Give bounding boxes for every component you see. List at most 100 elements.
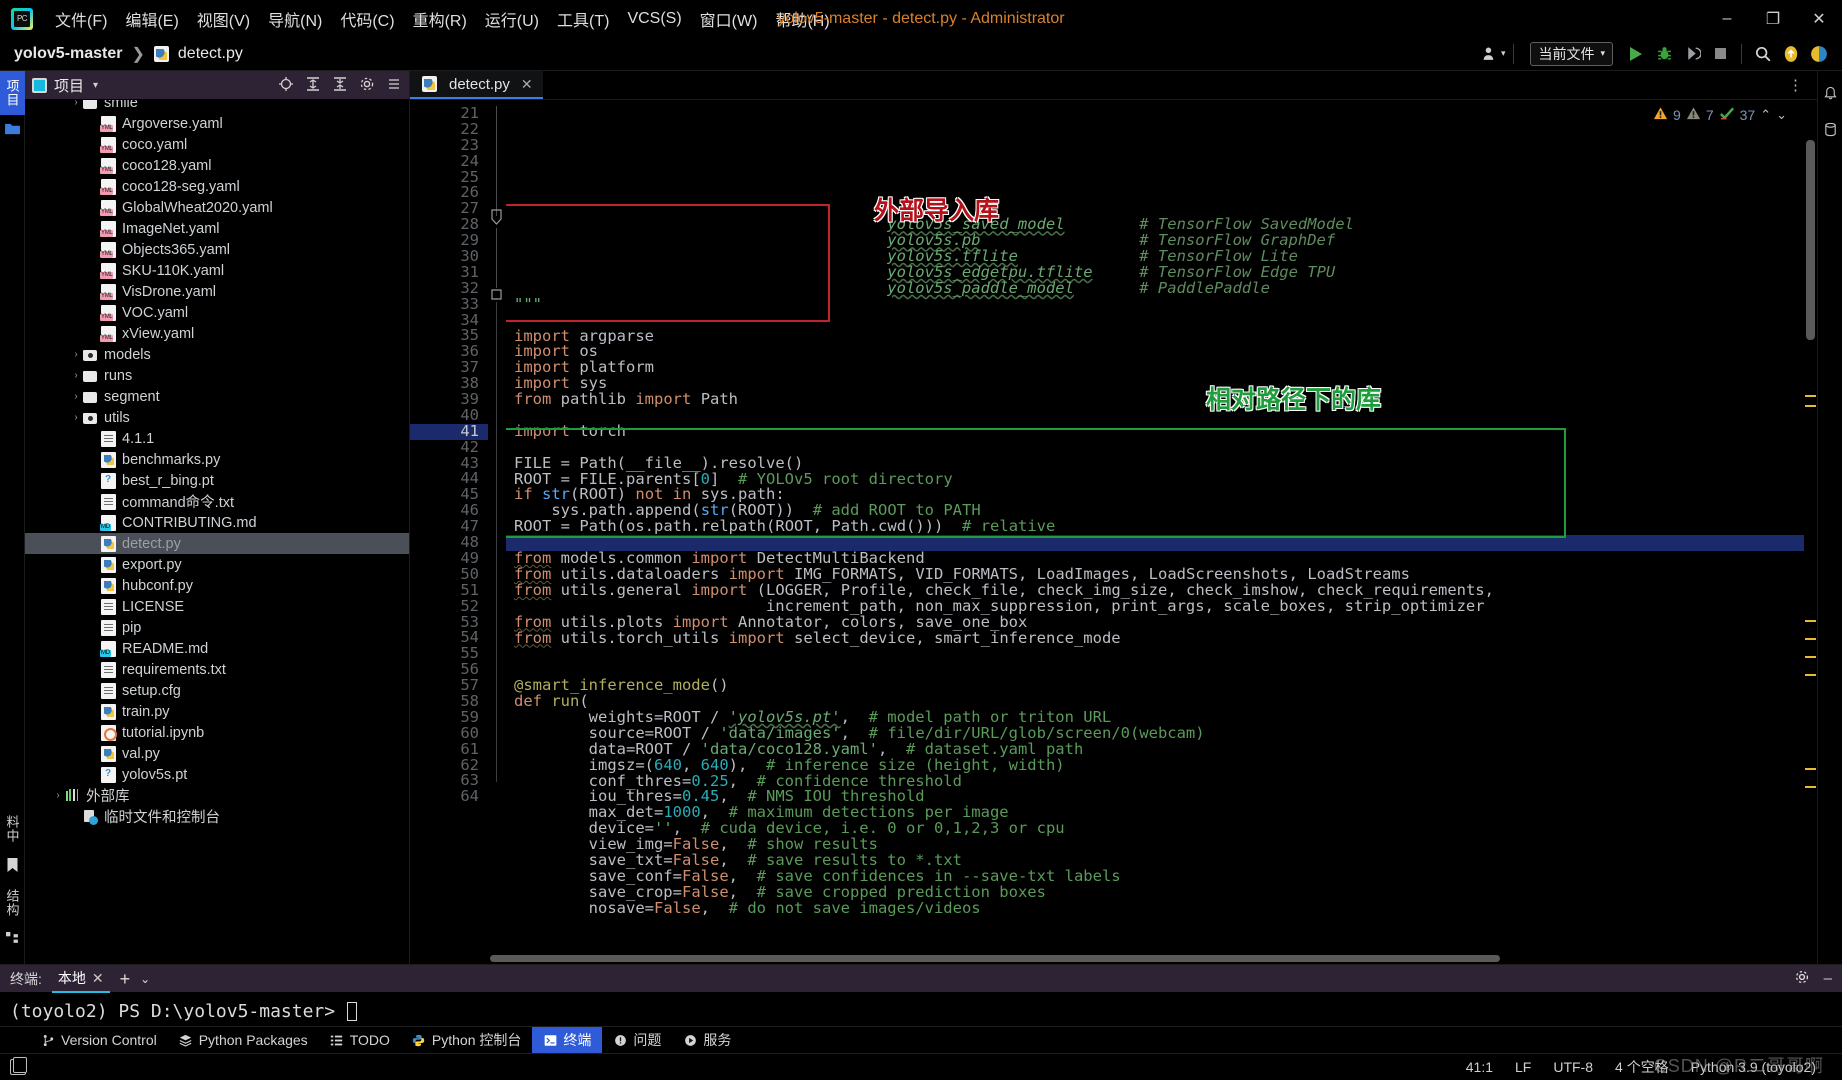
bookmark-icon[interactable] <box>6 858 19 874</box>
tree-item[interactable]: › 外部库 <box>25 785 409 806</box>
menu-navigate[interactable]: 导航(N) <box>259 3 331 35</box>
run-with-coverage-icon[interactable] <box>1679 41 1705 67</box>
tree-item[interactable]: › runs <box>25 365 409 386</box>
code-line[interactable]: from utils.torch_utils import select_dev… <box>506 630 1817 647</box>
file-encoding[interactable]: UTF-8 <box>1553 1059 1593 1075</box>
collapse-all-icon[interactable] <box>332 76 348 95</box>
terminal-tab-local[interactable]: 本地 ✕ <box>51 964 110 993</box>
tree-item[interactable]: train.py <box>25 701 409 722</box>
database-icon[interactable] <box>1823 122 1838 140</box>
terminal-output[interactable]: (toyolo2) PS D:\yolov5-master> <box>0 992 1842 1026</box>
code-line[interactable]: ROOT = Path(os.path.relpath(ROOT, Path.c… <box>506 518 1817 535</box>
updates-icon[interactable] <box>1778 41 1804 67</box>
search-everywhere-icon[interactable] <box>1750 41 1776 67</box>
code-line[interactable]: import argparse <box>506 328 1817 345</box>
menu-code[interactable]: 代码(C) <box>331 3 403 35</box>
tree-item[interactable]: coco128-seg.yaml <box>25 176 409 197</box>
editor-scrollbar[interactable] <box>1804 100 1817 953</box>
sidebar-item-structure[interactable]: 结构 <box>0 881 25 925</box>
tree-item[interactable]: val.py <box>25 743 409 764</box>
tree-item[interactable]: › segment <box>25 386 409 407</box>
tree-item[interactable]: benchmarks.py <box>25 449 409 470</box>
code-line[interactable]: import torch <box>506 423 1817 440</box>
avatar-caret-icon[interactable]: ▾ <box>1501 48 1506 59</box>
code-line[interactable]: """ <box>506 296 1817 313</box>
debug-icon[interactable] <box>1651 41 1677 67</box>
chevron-down-icon[interactable]: ⌄ <box>140 972 150 986</box>
settings-icon[interactable] <box>1806 41 1832 67</box>
indent-setting[interactable]: 4 个空格 <box>1615 1057 1669 1077</box>
code-line[interactable]: import os <box>506 344 1817 360</box>
layout-icon[interactable] <box>10 1057 27 1075</box>
code-line[interactable]: import platform <box>506 359 1817 376</box>
tree-item[interactable]: ImageNet.yaml <box>25 218 409 239</box>
sidebar-item-project[interactable]: 项目 <box>0 71 25 115</box>
tree-item[interactable]: export.py <box>25 554 409 575</box>
run-configuration-selector[interactable]: 当前文件 ▾ <box>1530 41 1613 66</box>
tree-item[interactable]: VisDrone.yaml <box>25 281 409 302</box>
editor-options-icon[interactable]: ⋮ <box>1776 71 1817 99</box>
run-icon[interactable] <box>1623 41 1649 67</box>
chevron-right-icon[interactable]: › <box>51 790 65 801</box>
close-button[interactable]: ✕ <box>1796 0 1842 37</box>
tree-item[interactable]: › smile <box>25 100 409 113</box>
tree-item[interactable]: coco.yaml <box>25 134 409 155</box>
horizontal-scrollbar[interactable] <box>410 953 1817 964</box>
tree-item[interactable]: 临时文件和控制台 <box>25 806 409 827</box>
code-line[interactable] <box>506 646 1817 662</box>
menu-run[interactable]: 运行(U) <box>476 3 548 35</box>
chevron-up-icon[interactable]: ⌃ <box>1760 107 1771 123</box>
tree-item[interactable]: requirements.txt <box>25 659 409 680</box>
add-terminal-button[interactable]: + <box>120 970 131 988</box>
locate-icon[interactable] <box>278 76 294 95</box>
project-file-tree[interactable]: › smile Argoverse.yaml coco.yaml coco128.yam… <box>25 100 409 964</box>
tool-window-button[interactable]: Python 控制台 <box>401 1027 532 1053</box>
tree-item[interactable]: README.md <box>25 638 409 659</box>
tree-item[interactable]: pip <box>25 617 409 638</box>
user-avatar-icon[interactable] <box>1477 41 1503 67</box>
menu-vcs[interactable]: VCS(S) <box>618 6 690 32</box>
tree-item[interactable]: SKU-110K.yaml <box>25 260 409 281</box>
tree-item[interactable]: command命令.txt <box>25 491 409 512</box>
menu-edit[interactable]: 编辑(E) <box>116 3 187 35</box>
maximize-button[interactable]: ❐ <box>1750 0 1796 37</box>
tree-item[interactable]: GlobalWheat2020.yaml <box>25 197 409 218</box>
python-interpreter[interactable]: Python 3.9 (toyolo2) <box>1691 1059 1816 1075</box>
menu-help[interactable]: 帮助(H) <box>766 3 838 35</box>
minimize-button[interactable]: – <box>1704 0 1750 37</box>
hide-icon[interactable] <box>386 76 402 95</box>
tree-item[interactable]: detect.py <box>25 533 409 554</box>
menu-refactor[interactable]: 重构(R) <box>404 3 476 35</box>
folder-icon[interactable] <box>4 122 20 137</box>
tool-window-button[interactable]: 问题 <box>602 1027 672 1053</box>
tree-item[interactable]: LICENSE <box>25 596 409 617</box>
code-line[interactable] <box>506 408 1817 424</box>
chevron-down-icon[interactable]: ⌄ <box>1776 107 1787 123</box>
chevron-down-icon[interactable]: ▾ <box>93 80 98 91</box>
tool-window-button[interactable]: Version Control <box>30 1029 168 1051</box>
tree-item[interactable]: CONTRIBUTING.md <box>25 512 409 533</box>
tree-item[interactable]: tutorial.ipynb <box>25 722 409 743</box>
tree-item[interactable]: hubconf.py <box>25 575 409 596</box>
code-line[interactable] <box>506 313 1817 329</box>
tree-item[interactable]: yolov5s.pt <box>25 764 409 785</box>
menu-window[interactable]: 窗口(W) <box>691 3 767 35</box>
sidebar-item-material[interactable]: 料中 <box>0 807 25 851</box>
close-icon[interactable]: ✕ <box>521 76 533 93</box>
chevron-right-icon[interactable]: › <box>69 370 83 381</box>
breadcrumb-project[interactable]: yolov5-master <box>14 45 123 63</box>
tool-window-button[interactable]: 终端 <box>532 1027 603 1053</box>
code-line[interactable]: yolov5s_paddle_model # PaddlePaddle <box>506 280 1817 297</box>
code-editor[interactable]: 21 22 23 24 25 26 27 28 29 30 31 32 33 34 35 36 37 38 39 40… <box>410 100 1817 953</box>
tab-detect-py[interactable]: detect.py ✕ <box>410 71 543 99</box>
tree-item[interactable]: › utils <box>25 407 409 428</box>
code-line[interactable]: @smart_inference_mode() <box>506 677 1817 694</box>
tool-window-button[interactable]: 服务 <box>672 1027 742 1053</box>
structure-icon[interactable] <box>5 932 19 947</box>
gear-icon[interactable] <box>1794 969 1810 989</box>
chevron-right-icon[interactable]: › <box>69 349 83 360</box>
caret-position[interactable]: 41:1 <box>1466 1059 1493 1075</box>
tool-window-button[interactable]: TODO <box>319 1029 401 1051</box>
code-line[interactable]: from pathlib import Path <box>506 391 1817 408</box>
menu-tools[interactable]: 工具(T) <box>548 3 618 35</box>
